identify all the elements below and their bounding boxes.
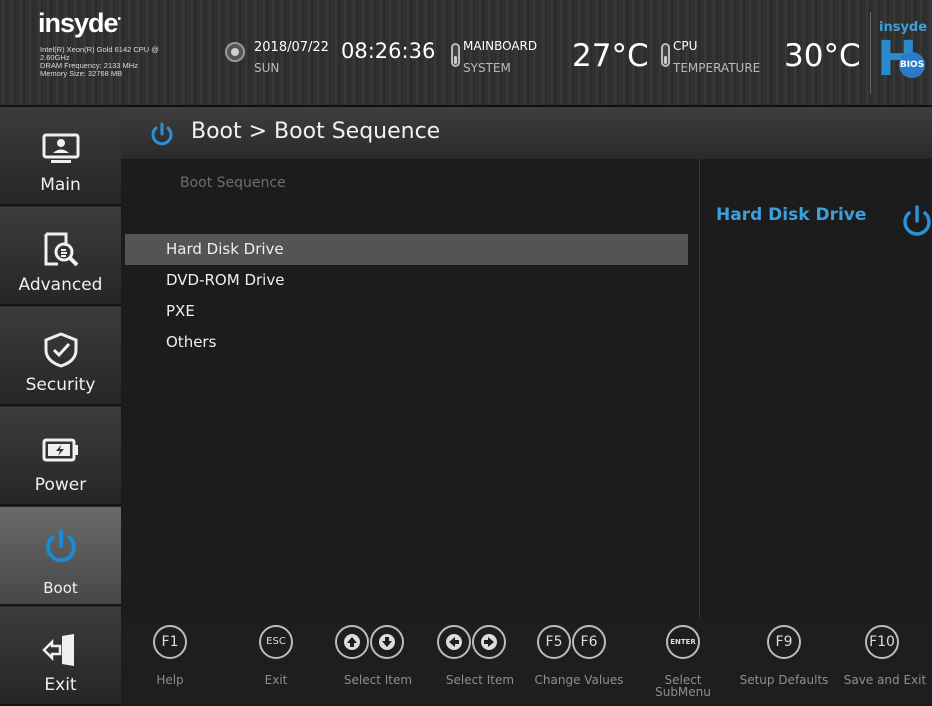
insyde-logo: insyde• [38, 8, 121, 38]
esc-key[interactable]: ESC [259, 625, 293, 659]
key-label: Exit [264, 673, 288, 687]
sidebar-item-label: Power [34, 475, 87, 495]
thermometer-icon [451, 43, 460, 67]
sidebar-item-label: Advanced [18, 275, 103, 295]
help-title: Hard Disk Drive [716, 205, 867, 225]
f1-key[interactable]: F1 [153, 625, 187, 659]
submenu-label: SubMenu [655, 685, 711, 699]
boot-item-hard-disk[interactable]: Hard Disk Drive [125, 234, 688, 265]
key-label: Select Item [445, 673, 515, 687]
sidebar-item-label: Boot [43, 579, 78, 597]
sidebar-item-boot[interactable]: Boot [0, 507, 121, 606]
battery-icon [42, 438, 78, 462]
sidebar-item-label: Exit [44, 675, 77, 695]
key-label: Select Item [343, 673, 413, 687]
f9-key[interactable]: F9 [767, 625, 801, 659]
left-arrow-icon [446, 634, 462, 650]
sidebar-item-label: Security [25, 375, 96, 395]
date-display: 2018/07/22 [254, 40, 329, 55]
boot-sequence-panel: Boot Sequence Hard Disk Drive DVD-ROM Dr… [121, 159, 699, 619]
key-label: Setup Defaults [739, 673, 829, 687]
cpu-temperature: 30°C [784, 38, 861, 74]
sidebar-item-label: Main [40, 175, 81, 195]
key-label: Select SubMenu [643, 674, 723, 698]
page-title-bar: Boot > Boot Sequence [121, 107, 932, 159]
sidebar-item-power[interactable]: Power [0, 407, 121, 506]
monitor-icon [42, 133, 80, 163]
thermometer-icon [661, 43, 670, 67]
sidebar-nav: Main Advanced Security Power Boot Exit [0, 107, 121, 706]
temperature-label: TEMPERATURE [673, 61, 761, 75]
sidebar-item-advanced[interactable]: Advanced [0, 207, 121, 306]
key-label: Change Values [534, 673, 624, 687]
up-arrow-icon [344, 634, 360, 650]
sidebar-item-security[interactable]: Security [0, 307, 121, 406]
insyde-h2o-logo: insyde H BIOS [870, 12, 932, 94]
power-icon [151, 122, 173, 146]
enter-key[interactable]: ENTER [666, 625, 700, 659]
boot-item-others[interactable]: Others [125, 327, 688, 358]
system-temperature: 27°C [572, 38, 649, 74]
page-title: Boot > Boot Sequence [191, 119, 441, 144]
key-help-footer: F1 Help ESC Exit Select Item Select Item… [121, 619, 932, 704]
day-display: SUN [254, 61, 280, 75]
f10-key[interactable]: F10 [865, 625, 899, 659]
f6-key[interactable]: F6 [572, 625, 606, 659]
down-arrow-icon [379, 634, 395, 650]
document-search-icon [44, 232, 79, 267]
shield-check-icon [44, 332, 78, 368]
exit-door-icon [42, 634, 74, 666]
time-display: 08:26:36 [341, 39, 436, 63]
down-arrow-key[interactable] [370, 625, 404, 659]
f5-key[interactable]: F5 [537, 625, 571, 659]
up-arrow-key[interactable] [335, 625, 369, 659]
key-label: Help [156, 673, 184, 687]
cpu-label: CPU [673, 39, 698, 53]
key-label: Save and Exit [843, 673, 927, 687]
power-icon [903, 205, 931, 236]
header-bar: insyde• Intel(R) Xeon(R) Gold 6142 CPU @… [0, 0, 932, 107]
clock-icon [225, 42, 245, 62]
right-arrow-key[interactable] [472, 625, 506, 659]
boot-item-pxe[interactable]: PXE [125, 296, 688, 327]
system-info: Intel(R) Xeon(R) Gold 6142 CPU @ 2.60GHz… [40, 46, 159, 78]
right-arrow-icon [481, 634, 497, 650]
left-arrow-key[interactable] [437, 625, 471, 659]
memory-size: Memory Size: 32768 MB [40, 69, 123, 78]
system-label: SYSTEM [463, 61, 511, 75]
brand-bios-badge: BIOS [899, 52, 925, 78]
section-label: Boot Sequence [180, 175, 286, 191]
boot-item-dvd-rom[interactable]: DVD-ROM Drive [125, 265, 688, 296]
sidebar-item-exit[interactable]: Exit [0, 607, 121, 706]
mainboard-label: MAINBOARD [463, 39, 538, 53]
sidebar-item-main[interactable]: Main [0, 107, 121, 206]
help-panel: Hard Disk Drive [699, 159, 932, 619]
power-icon [46, 529, 76, 563]
